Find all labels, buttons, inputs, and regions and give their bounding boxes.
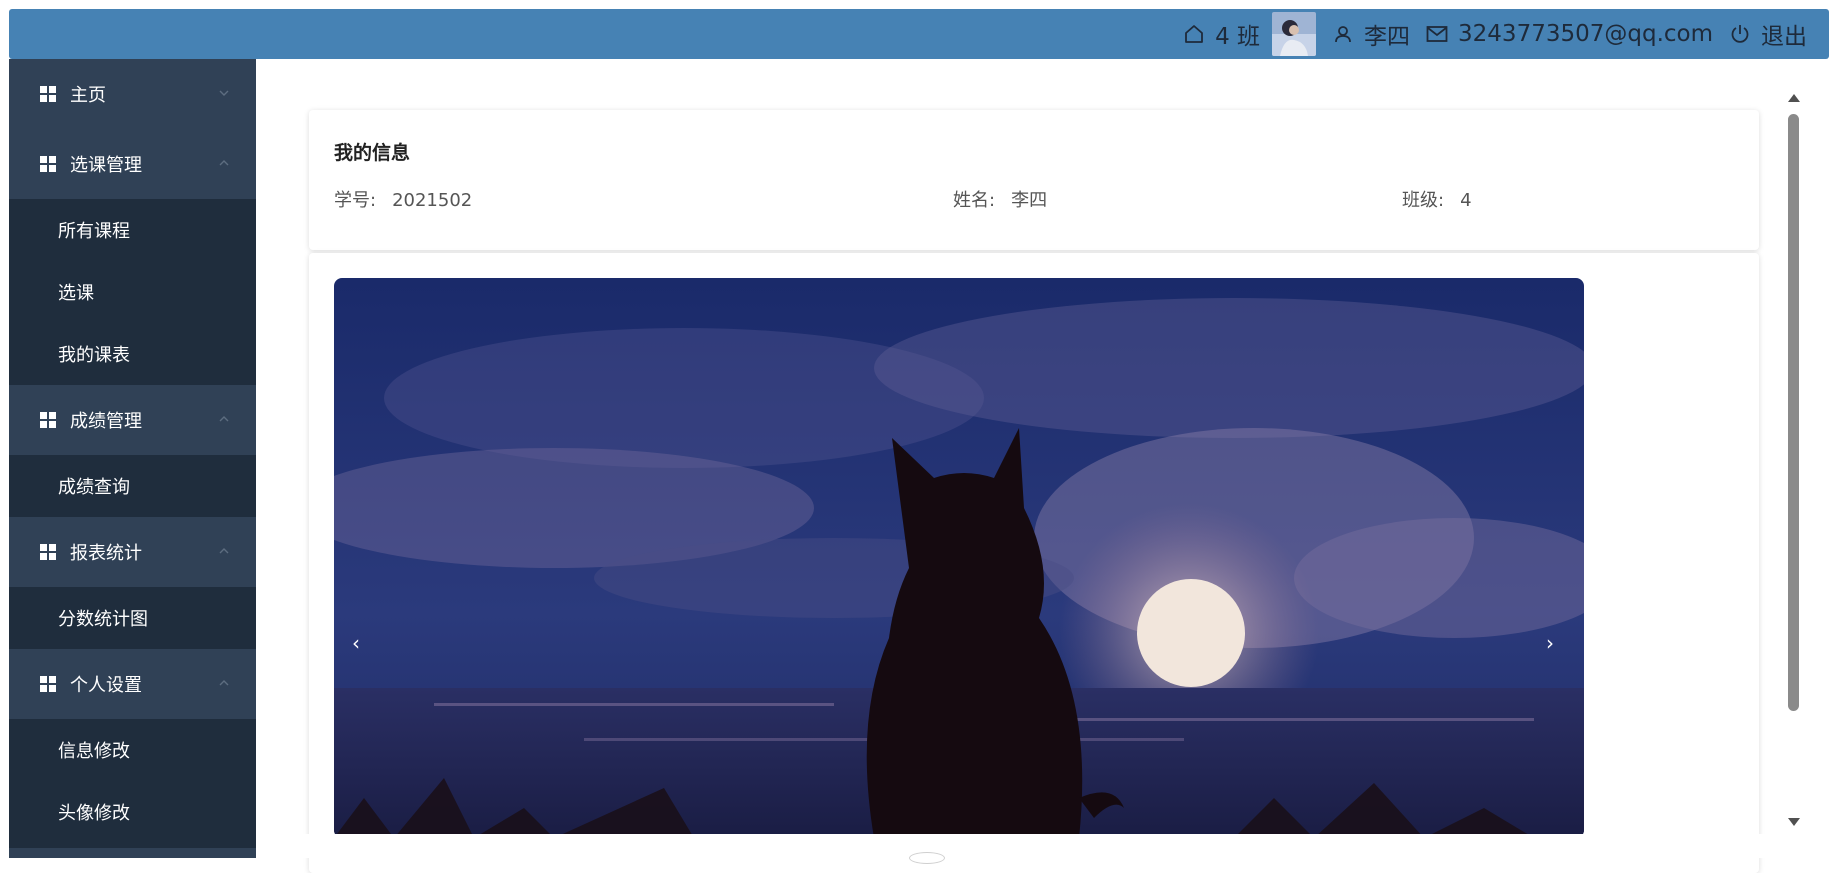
class-field: 班级: 4 [1402,186,1472,212]
scroll-up-arrow-icon[interactable] [1788,94,1800,102]
user-icon [1330,21,1356,47]
menu-item-my-timetable[interactable]: 我的课表 [9,323,256,385]
vertical-scrollbar[interactable] [1784,90,1802,830]
logout-label[interactable]: 退出 [1761,17,1807,51]
grid-icon [40,544,56,560]
chevron-down-icon [219,90,229,96]
sidebar: 主页 选课管理 所有课程 选课 我的课表 成绩管理 成绩查询 报表统计 分数统计… [9,59,256,858]
class-label: 4 班 [1215,24,1261,50]
grid-icon [40,412,56,428]
home-icon [1181,21,1207,47]
viewport-bottom [256,834,1838,858]
power-icon [1727,21,1753,47]
class-indicator: 4 班 [1181,17,1260,51]
carousel-prev-button[interactable]: ‹ [344,631,368,655]
menu-label: 主页 [70,85,106,106]
my-info-card: 我的信息 学号: 2021502 姓名: 李四 班级: 4 [309,110,1759,250]
class-label: 班级: [1402,190,1445,211]
student-id-label: 学号: [334,190,377,211]
image-carousel[interactable] [334,278,1584,838]
user-email: 3243773507@qq.com [1458,21,1713,47]
carousel-indicator[interactable] [909,852,945,864]
chevron-up-icon [219,416,229,422]
menu-label: 个人设置 [70,675,142,696]
grid-icon [40,156,56,172]
scroll-down-arrow-icon[interactable] [1788,818,1800,826]
avatar[interactable] [1272,12,1317,56]
user-indicator: 李四 [1330,17,1410,51]
menu-grade-management[interactable]: 成绩管理 [9,385,256,455]
menu-report-statistics[interactable]: 报表统计 [9,517,256,587]
carousel-card: ‹ › [309,253,1759,873]
email-indicator: 3243773507@qq.com [1424,21,1713,47]
logout-button[interactable]: 退出 [1727,17,1807,51]
student-id-field: 学号: 2021502 [334,186,472,212]
menu-label: 报表统计 [70,543,142,564]
menu-personal-settings[interactable]: 个人设置 [9,649,256,719]
menu-label: 选课管理 [70,155,142,176]
menu-item-edit-avatar[interactable]: 头像修改 [9,781,256,843]
menu-item-all-courses[interactable]: 所有课程 [9,199,256,261]
name-value: 李四 [1011,190,1048,211]
user-name: 李四 [1364,24,1411,50]
header-user-area: 4 班 李四 3243773507@qq.com 退出 [1167,9,1807,59]
menu-home[interactable]: 主页 [9,59,256,129]
top-header: 4 班 李四 3243773507@qq.com 退出 [9,9,1829,59]
chevron-left-icon: ‹ [352,631,360,655]
sidebar-next-menu[interactable] [9,848,256,858]
grid-icon [40,676,56,692]
menu-course-management[interactable]: 选课管理 [9,129,256,199]
chevron-right-icon: › [1546,631,1554,655]
menu-label: 成绩管理 [70,411,142,432]
menu-item-grade-query[interactable]: 成绩查询 [9,455,256,517]
name-label: 姓名: [953,190,996,211]
grid-icon [40,86,56,102]
chevron-up-icon [219,548,229,554]
chevron-up-icon [219,680,229,686]
menu-item-select-course[interactable]: 选课 [9,261,256,323]
carousel-next-button[interactable]: › [1538,631,1562,655]
menu-item-edit-info[interactable]: 信息修改 [9,719,256,781]
card-title: 我的信息 [334,142,411,164]
menu-item-score-chart[interactable]: 分数统计图 [9,587,256,649]
scroll-thumb[interactable] [1788,114,1799,711]
student-id-value: 2021502 [392,190,473,211]
chevron-up-icon [219,160,229,166]
class-value: 4 [1460,190,1472,211]
name-field: 姓名: 李四 [953,186,1047,212]
carousel-image-cat-moon [334,278,1584,838]
mail-icon [1424,21,1450,47]
